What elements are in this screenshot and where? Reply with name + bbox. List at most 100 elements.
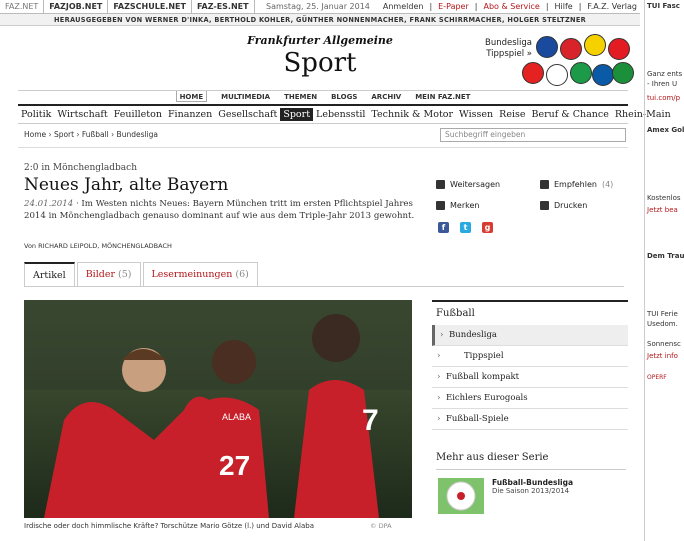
recommend-count: (4) xyxy=(601,180,614,189)
article-photo[interactable]: 27 ALABA 7 xyxy=(24,300,412,518)
ad-line: Usedom. xyxy=(647,320,678,328)
facebook-icon[interactable]: f xyxy=(438,222,449,233)
print-label: Drucken xyxy=(554,201,588,210)
jersey-number: 27 xyxy=(219,450,250,481)
section-wirtschaft[interactable]: Wirtschaft xyxy=(54,109,110,120)
tab-artikel[interactable]: Artikel xyxy=(24,262,75,286)
recommend-label: Empfehlen xyxy=(554,180,597,189)
verlag-link[interactable]: F.A.Z. Verlag xyxy=(584,2,640,11)
print-button[interactable]: Drucken xyxy=(540,201,587,210)
tab-bilder[interactable]: Bilder (5) xyxy=(76,262,141,286)
breadcrumb: Home › Sport › Fußball › Bundesliga xyxy=(24,130,159,139)
google-plus-icon[interactable]: g xyxy=(482,222,493,233)
right-nav-bundesliga[interactable]: Bundesliga xyxy=(432,325,628,346)
tab-bilder-label: Bilder xyxy=(85,269,115,280)
serie-box: Mehr aus dieser Serie Fußball-Bundesliga… xyxy=(436,452,626,514)
section-beruf[interactable]: Beruf & Chance xyxy=(528,109,611,120)
epaper-link[interactable]: E-Paper xyxy=(435,2,472,11)
breadcrumb-home[interactable]: Home xyxy=(24,130,46,139)
ad-column[interactable]: TUI Fasc Ganz ents - Ihren U tui.com/p A… xyxy=(644,0,684,541)
breadcrumb-bundesliga[interactable]: Bundesliga xyxy=(117,130,158,139)
club-crest-icon xyxy=(608,38,630,60)
club-crests[interactable] xyxy=(520,32,634,88)
club-crest-icon xyxy=(560,38,582,60)
section-feuilleton[interactable]: Feuilleton xyxy=(111,109,165,120)
share-label: Weitersagen xyxy=(450,180,501,189)
jersey-number-right: 7 xyxy=(362,404,379,437)
club-crest-icon xyxy=(612,62,634,84)
photo-credit: © DPA xyxy=(370,522,392,530)
tab-bilder-count: (5) xyxy=(118,269,132,280)
faznet-link[interactable]: FAZ.NET xyxy=(0,0,45,14)
club-crest-icon xyxy=(592,64,614,86)
article-date: 24.01.2014 xyxy=(24,199,74,209)
section-technik[interactable]: Technik & Motor xyxy=(368,109,456,120)
save-label: Merken xyxy=(450,201,480,210)
ad-line: Jetzt bea xyxy=(647,206,678,214)
recommend-icon xyxy=(540,180,549,189)
share-button[interactable]: Weitersagen xyxy=(436,180,500,189)
section-finanzen[interactable]: Finanzen xyxy=(165,109,215,120)
twitter-icon[interactable]: t xyxy=(460,222,471,233)
photo-illustration: 27 ALABA 7 xyxy=(24,300,412,518)
article-kicker: 2:0 in Mönchengladbach xyxy=(24,163,138,173)
club-crest-icon xyxy=(536,36,558,58)
recommend-button[interactable]: Empfehlen (4) xyxy=(540,180,613,189)
ad-line: OPERF xyxy=(647,374,667,381)
search-input[interactable]: Suchbegriff eingeben xyxy=(440,128,626,142)
tab-artikel-label: Artikel xyxy=(33,270,66,281)
breadcrumb-sport[interactable]: Sport xyxy=(54,130,74,139)
section-sport[interactable]: Sport xyxy=(280,108,314,121)
masthead: Frankfurter Allgemeine Sport Bundesliga … xyxy=(0,26,640,90)
section-nav: Politik Wirtschaft Feuilleton Finanzen G… xyxy=(18,104,671,124)
login-link[interactable]: Anmelden xyxy=(380,2,427,11)
section-lebensstil[interactable]: Lebensstil xyxy=(313,109,368,120)
tab-lesermeinungen-count: (6) xyxy=(235,269,249,280)
article-tabs: Artikel Bilder (5) Lesermeinungen (6) xyxy=(24,262,624,287)
breadcrumb-fussball[interactable]: Fußball xyxy=(82,130,109,139)
ad-line: Amex Gol xyxy=(647,126,684,134)
fazjob-link[interactable]: FAZJOB.NET xyxy=(44,0,109,14)
right-nav-tippspiel[interactable]: Tippspiel xyxy=(432,346,628,367)
abo-link[interactable]: Abo & Service xyxy=(480,2,542,11)
nav-mein-faz[interactable]: MEIN FAZ.NET xyxy=(415,91,470,102)
football-icon xyxy=(438,478,484,514)
nav-multimedia[interactable]: MULTIMEDIA xyxy=(221,91,270,102)
fazschule-link[interactable]: FAZSCHULE.NET xyxy=(108,0,192,14)
tab-lesermeinungen[interactable]: Lesermeinungen (6) xyxy=(142,262,258,286)
nav-themen[interactable]: THEMEN xyxy=(284,91,317,102)
top-bar: FAZ.NET FAZJOB.NET FAZSCHULE.NET FAZ-ES.… xyxy=(0,0,640,14)
help-link[interactable]: Hilfe xyxy=(552,2,576,11)
jersey-name: ALABA xyxy=(222,412,251,422)
tab-lesermeinungen-label: Lesermeinungen xyxy=(151,269,233,280)
ad-line: Dem Trau xyxy=(647,252,684,260)
serie-thumbnail[interactable] xyxy=(438,478,484,514)
faz-logo[interactable]: Frankfurter Allgemeine xyxy=(245,34,395,47)
bookmark-icon xyxy=(436,201,445,210)
section-reise[interactable]: Reise xyxy=(496,109,528,120)
save-button[interactable]: Merken xyxy=(436,201,479,210)
right-nav-header[interactable]: Fußball xyxy=(432,300,628,325)
right-nav-kompakt[interactable]: Fußball kompakt xyxy=(432,367,628,388)
right-nav-spiele[interactable]: Fußball-Spiele xyxy=(432,409,628,430)
article-teaser: 24.01.2014 · Im Westen nichts Neues: Bay… xyxy=(24,198,419,222)
nav-home[interactable]: HOME xyxy=(175,91,208,102)
club-crest-icon xyxy=(522,62,544,84)
nav-archiv[interactable]: ARCHIV xyxy=(371,91,401,102)
club-crest-icon xyxy=(570,62,592,84)
section-politik[interactable]: Politik xyxy=(18,109,54,120)
section-gesellschaft[interactable]: Gesellschaft xyxy=(215,109,280,120)
right-nav-eurogoals[interactable]: Eichlers Eurogoals xyxy=(432,388,628,409)
fazes-link[interactable]: FAZ-ES.NET xyxy=(192,0,255,14)
serie-title[interactable]: Fußball-Bundesliga xyxy=(492,478,573,487)
section-wissen[interactable]: Wissen xyxy=(456,109,496,120)
ad-line: tui.com/p xyxy=(647,94,681,102)
nav-blogs[interactable]: BLOGS xyxy=(331,91,357,102)
article-teaser-text: · Im Westen nichts Neues: Bayern München… xyxy=(24,199,415,221)
ad-line: Jetzt info xyxy=(647,352,678,360)
right-nav: Fußball Bundesliga Tippspiel Fußball kom… xyxy=(432,300,628,430)
current-date: Samstag, 25. Januar 2014 xyxy=(265,2,370,11)
club-crest-icon xyxy=(546,64,568,86)
print-icon xyxy=(540,201,549,210)
share-icon xyxy=(436,180,445,189)
